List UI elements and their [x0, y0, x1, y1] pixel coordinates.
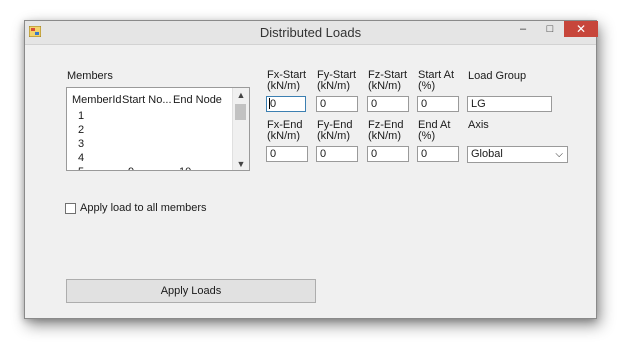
fy-end-input[interactable]: 0: [316, 146, 358, 162]
axis-label: Axis: [468, 119, 489, 131]
chevron-down-icon: ⌵: [555, 149, 563, 160]
fy-start-input[interactable]: 0: [316, 96, 358, 112]
list-item-end-node: 10: [179, 166, 191, 170]
axis-select[interactable]: Global ⌵: [467, 146, 568, 163]
chevron-up-icon[interactable]: ▲: [233, 90, 249, 100]
minimize-button[interactable]: –: [510, 21, 536, 37]
scrollbar-thumb[interactable]: [235, 104, 246, 120]
list-item[interactable]: 4: [78, 152, 84, 164]
column-header-end-node[interactable]: End Node: [173, 94, 222, 106]
apply-all-label[interactable]: Apply load to all members: [80, 203, 207, 214]
axis-select-value: Global: [471, 148, 503, 160]
minimize-icon: –: [519, 23, 527, 35]
maximize-icon: □: [546, 23, 554, 35]
list-item[interactable]: 5: [78, 166, 84, 170]
maximize-button[interactable]: □: [537, 21, 563, 37]
start-at-input[interactable]: 0: [417, 96, 459, 112]
list-item[interactable]: 1: [78, 110, 84, 122]
fz-end-input[interactable]: 0: [367, 146, 409, 162]
members-list[interactable]: MemberId Start No... End Node 1 2 3 4 5 …: [66, 87, 250, 171]
close-button[interactable]: ✕: [564, 21, 598, 37]
load-group-input[interactable]: LG: [467, 96, 552, 112]
fz-end-unit: (kN/m): [368, 130, 401, 142]
distributed-loads-window: Distributed Loads – □ ✕ Members MemberId…: [24, 20, 598, 319]
list-scrollbar[interactable]: ▲ ▼: [232, 88, 249, 170]
fy-start-unit: (kN/m): [317, 80, 350, 92]
fz-start-input[interactable]: 0: [367, 96, 409, 112]
fx-end-input[interactable]: 0: [266, 146, 308, 162]
title-bar[interactable]: Distributed Loads – □ ✕: [25, 21, 598, 45]
members-label: Members: [67, 70, 113, 82]
chevron-down-icon[interactable]: ▼: [233, 159, 249, 169]
apply-all-checkbox[interactable]: [65, 203, 76, 214]
fx-end-unit: (kN/m): [267, 130, 300, 142]
list-item[interactable]: 2: [78, 124, 84, 136]
fz-start-unit: (kN/m): [368, 80, 401, 92]
close-icon: ✕: [575, 22, 587, 36]
apply-loads-button[interactable]: Apply Loads: [66, 279, 316, 303]
column-header-start-node[interactable]: Start No...: [122, 94, 172, 106]
load-group-label: Load Group: [468, 70, 527, 82]
end-at-unit: (%): [418, 130, 436, 142]
column-header-memberid[interactable]: MemberId: [72, 94, 122, 106]
fx-start-unit: (kN/m): [267, 80, 300, 92]
fy-end-unit: (kN/m): [317, 130, 350, 142]
fx-start-value: 0: [270, 98, 277, 110]
start-at-unit: (%): [418, 80, 436, 92]
end-at-input[interactable]: 0: [417, 146, 459, 162]
list-item[interactable]: 3: [78, 138, 84, 150]
fx-start-input[interactable]: 0: [266, 96, 306, 112]
list-item-start-node: 9: [128, 166, 134, 170]
